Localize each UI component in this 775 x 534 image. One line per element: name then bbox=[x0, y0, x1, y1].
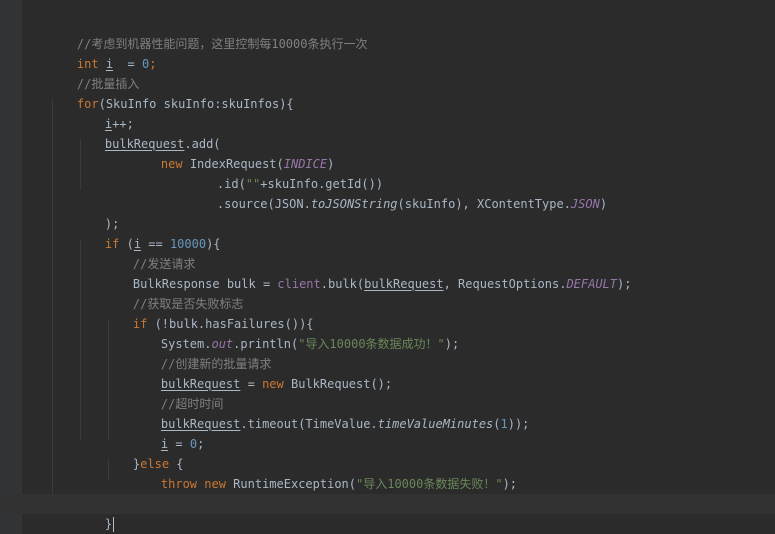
code-text: .timeout(TimeValue. bbox=[240, 417, 378, 431]
code-line-2[interactable]: int i = 0; bbox=[0, 34, 157, 71]
code-text: ( bbox=[493, 417, 501, 431]
code-text: ){ bbox=[206, 237, 221, 251]
code-line-24[interactable]: } bbox=[0, 474, 140, 511]
code-text: , RequestOptions. bbox=[443, 277, 567, 291]
code-method: toJSONString bbox=[310, 197, 398, 211]
code-line-7[interactable]: new IndexRequest(INDICE) bbox=[0, 134, 334, 171]
code-constant: DEFAULT bbox=[566, 277, 618, 291]
code-text: ); bbox=[444, 337, 460, 351]
code-text: .source(JSON. bbox=[216, 197, 311, 211]
code-method: timeValueMinutes bbox=[377, 417, 494, 431]
code-text: ); bbox=[502, 477, 518, 491]
code-line-3[interactable]: //批量插入 bbox=[0, 54, 139, 91]
code-keyword: throw bbox=[160, 477, 198, 491]
code-line-23[interactable]: throw new RuntimeException("导入10000条数据失败… bbox=[0, 454, 517, 491]
code-line-14[interactable]: //获取是否失败标志 bbox=[0, 274, 243, 311]
code-text: )); bbox=[507, 417, 530, 431]
code-number: 1 bbox=[500, 417, 508, 431]
code-variable: bulkRequest bbox=[364, 277, 444, 291]
code-line-25-current[interactable]: } bbox=[0, 494, 775, 532]
code-line-12[interactable]: //发送请求 bbox=[0, 234, 195, 271]
text-caret bbox=[113, 517, 115, 532]
code-editor[interactable]: //考虑到机器性能问题，这里控制每10000条执行一次 int i = 0; /… bbox=[0, 0, 775, 534]
code-line-19[interactable]: //超时时间 bbox=[0, 374, 223, 411]
code-line-10[interactable]: ); bbox=[0, 194, 119, 231]
code-string: "导入10000条数据失败！" bbox=[356, 477, 503, 491]
code-line-15[interactable]: if (!bulk.hasFailures()){ bbox=[0, 294, 314, 331]
code-line-18[interactable]: bulkRequest = new BulkRequest(); bbox=[0, 354, 392, 391]
code-text: RuntimeException( bbox=[225, 477, 356, 491]
code-line-13[interactable]: BulkResponse bulk = client.bulk(bulkRequ… bbox=[0, 254, 632, 291]
code-line-9[interactable]: .source(JSON.toJSONString(skuInfo), XCon… bbox=[0, 174, 607, 211]
code-text: = bbox=[240, 377, 263, 391]
code-constant: JSON bbox=[570, 197, 600, 211]
code-line-8[interactable]: .id(""+skuInfo.getId()) bbox=[0, 154, 383, 191]
code-line-4[interactable]: for(SkuInfo skuInfo:skuInfos){ bbox=[0, 74, 294, 111]
code-text: ; bbox=[197, 437, 205, 451]
code-line-26[interactable]: } bbox=[0, 514, 84, 534]
code-number: 0 bbox=[189, 437, 198, 451]
code-line-1[interactable]: //考虑到机器性能问题，这里控制每10000条执行一次 bbox=[0, 14, 368, 51]
code-line-6[interactable]: bulkRequest.add( bbox=[0, 114, 221, 151]
code-text: ) bbox=[599, 197, 608, 211]
code-text: .bulk( bbox=[320, 277, 365, 291]
code-text: ; bbox=[149, 57, 157, 71]
code-line-5[interactable]: i++; bbox=[0, 94, 134, 131]
code-keyword: new bbox=[204, 477, 226, 491]
code-line-22[interactable]: }else { bbox=[0, 434, 184, 471]
code-line-20[interactable]: bulkRequest.timeout(TimeValue.timeValueM… bbox=[0, 394, 530, 431]
code-text: (skuInfo), XContentType. bbox=[397, 197, 571, 211]
code-field: client bbox=[277, 277, 321, 291]
code-line-21[interactable]: i = 0; bbox=[0, 414, 204, 451]
code-text: ); bbox=[617, 277, 632, 291]
code-string: "导入10000条数据成功！" bbox=[298, 337, 445, 351]
code-line-16[interactable]: System.out.println("导入10000条数据成功！"); bbox=[0, 314, 459, 351]
code-text: } bbox=[104, 517, 113, 531]
code-line-17[interactable]: //创建新的批量请求 bbox=[0, 334, 271, 371]
code-line-11[interactable]: if (i == 10000){ bbox=[0, 214, 221, 251]
code-keyword: new bbox=[262, 377, 284, 391]
code-text: BulkRequest(); bbox=[283, 377, 393, 391]
